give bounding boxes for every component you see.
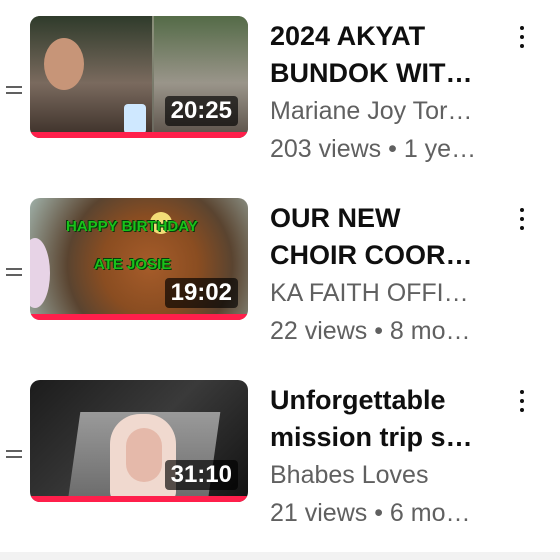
video-title-line2: CHOIR COOR…	[270, 240, 473, 270]
watch-progress-bar	[30, 314, 248, 320]
video-title-line2: BUNDOK WIT…	[270, 58, 473, 88]
watch-progress-bar	[30, 132, 248, 138]
more-vert-icon[interactable]	[514, 390, 530, 412]
video-thumbnail[interactable]: 20:25	[30, 16, 248, 138]
watch-progress-bar	[30, 496, 248, 502]
video-title[interactable]: OUR NEW CHOIR COOR…	[270, 200, 510, 274]
video-title-line1: 2024 AKYAT	[270, 21, 426, 51]
drag-handle-icon[interactable]	[6, 82, 22, 98]
channel-name[interactable]: Mariane Joy Tor…	[270, 92, 510, 130]
thumbnail-plate	[30, 238, 50, 308]
video-list-item[interactable]: HAPPY BIRTHDAY ATE JOSIE 19:02 OUR NEW C…	[0, 190, 560, 360]
video-meta: 203 views • 1 ye…	[270, 135, 477, 163]
thumbnail-caption-line1: HAPPY BIRTHDAY	[66, 218, 198, 235]
thumbnail-bottle	[124, 104, 146, 134]
channel-name[interactable]: Bhabes Loves	[270, 456, 510, 494]
drag-handle-icon[interactable]	[6, 446, 22, 462]
more-vert-icon[interactable]	[514, 26, 530, 48]
thumbnail-object-inner	[126, 428, 162, 482]
video-title[interactable]: 2024 AKYAT BUNDOK WIT…	[270, 18, 510, 92]
video-title-line1: OUR NEW	[270, 203, 401, 233]
duration-badge: 31:10	[164, 460, 238, 490]
duration-badge: 19:02	[164, 278, 238, 308]
video-list-item[interactable]: 20:25 2024 AKYAT BUNDOK WIT… Mariane Joy…	[0, 8, 560, 178]
video-meta: 22 views • 8 mo…	[270, 317, 471, 345]
more-vert-icon[interactable]	[514, 208, 530, 230]
video-list-item[interactable]: 31:10 Unforgettable mission trip s… Bhab…	[0, 372, 560, 542]
thumbnail-caption-line2: ATE JOSIE	[94, 256, 172, 273]
video-info[interactable]: 2024 AKYAT BUNDOK WIT… Mariane Joy Tor… …	[270, 18, 510, 168]
thumbnail-person	[44, 38, 84, 90]
video-thumbnail[interactable]: 31:10	[30, 380, 248, 502]
duration-badge: 20:25	[164, 96, 238, 126]
video-thumbnail[interactable]: HAPPY BIRTHDAY ATE JOSIE 19:02	[30, 198, 248, 320]
video-info[interactable]: Unforgettable mission trip s… Bhabes Lov…	[270, 382, 510, 532]
bottom-navigation-edge	[0, 552, 560, 560]
video-meta: 21 views • 6 mo…	[270, 499, 471, 527]
video-title[interactable]: Unforgettable mission trip s…	[270, 382, 510, 456]
video-title-line1: Unforgettable	[270, 385, 446, 415]
drag-handle-icon[interactable]	[6, 264, 22, 280]
video-info[interactable]: OUR NEW CHOIR COOR… KA FAITH OFFI… 22 vi…	[270, 200, 510, 350]
channel-name[interactable]: KA FAITH OFFI…	[270, 274, 510, 312]
video-title-line2: mission trip s…	[270, 422, 473, 452]
